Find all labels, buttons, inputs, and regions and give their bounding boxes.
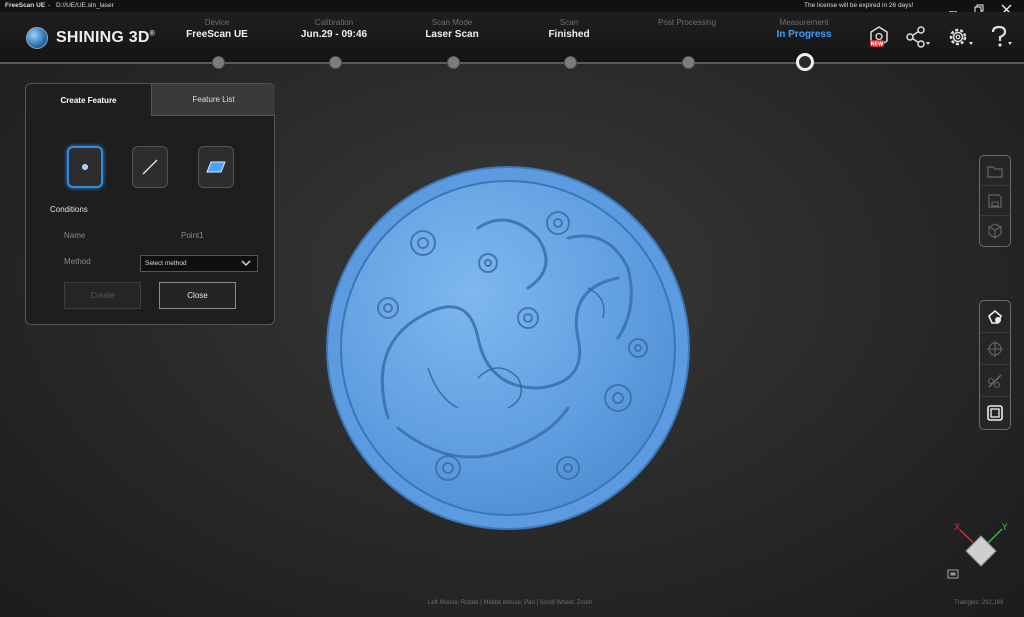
step-measurement[interactable]: Measurement In Progress: [744, 18, 864, 40]
conditions-heading: Conditions: [50, 205, 88, 214]
title-bar: FreeScan UE - D://UE/UE.sln_laser The li…: [0, 0, 1024, 12]
progress-dot-measurement[interactable]: [796, 53, 814, 71]
share-button[interactable]: [903, 24, 933, 50]
step-label: Calibration: [314, 18, 354, 27]
method-label: Method: [64, 257, 91, 266]
step-label: Scan Mode: [431, 18, 473, 27]
license-notice: The license will be expired in 26 days!: [804, 2, 914, 9]
header: SHINING 3D® Device FreeScan UE Calibrati…: [0, 12, 1024, 64]
method-select-value: Select method: [145, 260, 187, 267]
help-icon: [991, 25, 1012, 47]
dragon-relief: [377, 211, 648, 481]
fit-view-icon: [947, 569, 959, 579]
open-project-button[interactable]: [980, 156, 1010, 186]
name-value: Point1: [181, 231, 204, 240]
step-label: Post Processing: [658, 18, 716, 27]
logo: SHINING 3D®: [26, 27, 155, 49]
line-feature-button[interactable]: [132, 146, 168, 188]
step-value: In Progress: [776, 29, 832, 40]
triangle-count: Triangles: 292,168: [954, 600, 1004, 606]
title-separator: -: [48, 2, 51, 9]
measure-tool-icon: [988, 373, 1002, 388]
scanned-coin-model[interactable]: [328, 168, 688, 528]
y-axis-label: Y: [1001, 523, 1008, 533]
progress-dot-scan-mode[interactable]: [447, 56, 460, 69]
point-feature-button[interactable]: [67, 146, 103, 188]
step-value: FreeScan UE: [186, 29, 248, 40]
step-value: Finished: [548, 29, 590, 40]
progress-dot-device[interactable]: [212, 56, 225, 69]
tab-feature-list[interactable]: Feature List: [151, 84, 275, 116]
folder-icon: [987, 165, 1003, 178]
cube-icon: [988, 223, 1002, 239]
x-axis-label: X: [954, 523, 960, 533]
step-value: Laser Scan: [425, 29, 479, 40]
chevron-down-icon: [241, 260, 251, 266]
step-value: Jun.29 - 09:46: [300, 29, 368, 40]
point-feature-icon: [82, 164, 88, 170]
save-icon: [988, 193, 1002, 208]
step-label: Device: [204, 18, 230, 27]
app-name: FreeScan UE: [5, 2, 46, 9]
measure-tool-button[interactable]: [980, 365, 1010, 397]
save-project-button[interactable]: [980, 186, 1010, 216]
step-label: Scan: [559, 18, 579, 27]
help-button[interactable]: [986, 24, 1016, 50]
fit-view-button[interactable]: [946, 567, 960, 585]
step-scan[interactable]: Scan Finished: [509, 18, 629, 40]
line-feature-icon: [142, 159, 158, 175]
progress-line: [0, 62, 1024, 64]
step-calibration[interactable]: Calibration Jun.29 - 09:46: [274, 18, 394, 40]
logo-registered-mark: ®: [149, 30, 155, 38]
measurement-toolbar: [979, 300, 1011, 430]
progress-dot-calibration[interactable]: [329, 56, 342, 69]
file-toolbar: [979, 155, 1011, 247]
new-feature-button[interactable]: NEW: [864, 24, 894, 50]
logo-text: SHINING 3D: [56, 29, 150, 46]
project-path: D://UE/UE.sln_laser: [56, 2, 114, 9]
mouse-hint: Left Mouse: Rotate | Middle Mouse: Pan |…: [427, 600, 593, 606]
report-icon: [987, 405, 1003, 421]
feature-tool-button[interactable]: [980, 301, 1010, 333]
target-tool-button[interactable]: [980, 333, 1010, 365]
step-post-processing[interactable]: Post Processing: [627, 18, 747, 29]
step-device[interactable]: Device FreeScan UE: [157, 18, 277, 40]
create-button[interactable]: Create: [64, 282, 141, 309]
share-icon: [906, 26, 930, 48]
crosshair-icon: [987, 340, 1003, 357]
name-label: Name: [64, 231, 86, 240]
progress-dot-scan[interactable]: [564, 56, 577, 69]
step-scan-mode[interactable]: Scan Mode Laser Scan: [392, 18, 512, 40]
feature-tool-icon: [988, 309, 1002, 324]
report-tool-button[interactable]: [980, 397, 1010, 429]
export-model-button[interactable]: [980, 216, 1010, 246]
logo-icon: [26, 27, 48, 49]
close-button[interactable]: Close: [159, 282, 236, 309]
plane-feature-button[interactable]: [198, 146, 234, 188]
tab-create-feature[interactable]: Create Feature: [26, 84, 151, 116]
settings-icon: [949, 28, 973, 46]
step-label: Measurement: [779, 18, 829, 27]
new-feature-icon: NEW: [870, 26, 888, 48]
progress-dot-post-processing[interactable]: [682, 56, 695, 69]
settings-button[interactable]: [946, 24, 976, 50]
new-badge: NEW: [870, 42, 884, 48]
method-select[interactable]: Select method: [140, 255, 258, 272]
create-feature-panel: Create Feature Feature List Conditions N…: [25, 83, 275, 325]
plane-feature-icon: [206, 161, 226, 173]
